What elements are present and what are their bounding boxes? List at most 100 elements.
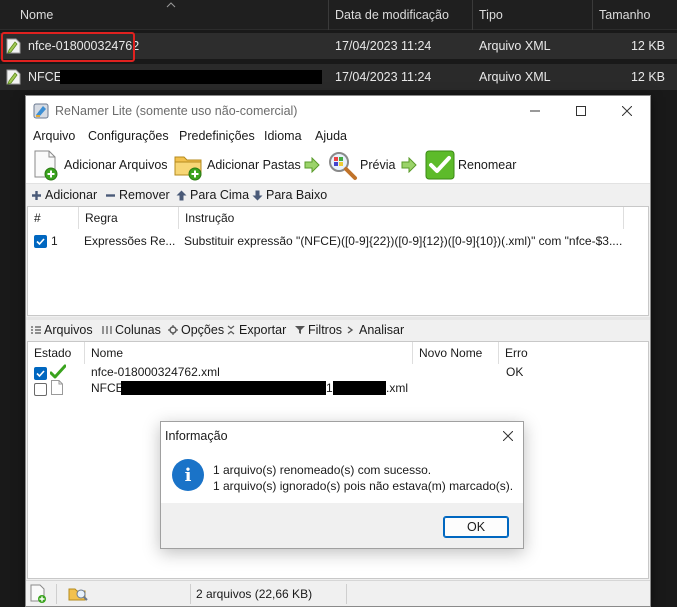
export-menu-button[interactable]: Exportar [226,320,286,340]
rename-button[interactable]: Renomear [424,148,516,182]
dialog-close-button[interactable] [493,422,523,450]
columns-menu-button[interactable]: Colunas [102,320,161,340]
status-separator [56,584,57,604]
maximize-icon [576,106,586,116]
analyze-menu-button[interactable]: Analisar [346,320,404,340]
move-down-label: Para Baixo [266,188,328,202]
menu-ajuda[interactable]: Ajuda [315,126,347,146]
main-toolbar: Adicionar Arquivos Adicionar Pastas Prév… [26,146,650,184]
menu-idioma[interactable]: Idioma [264,126,302,146]
menu-arquivo[interactable]: Arquivo [33,126,75,146]
rule-instruction: Substituir expressão "(NFCE)([0-9]{22})(… [184,234,623,248]
explorer-file-type: Arquivo XML [479,70,551,84]
window-titlebar[interactable]: ReNamer Lite (somente uso não-comercial) [26,96,650,126]
close-icon [503,431,513,441]
redaction-bar [333,381,386,395]
rules-header-spacer [623,207,649,229]
maximize-button[interactable] [558,96,604,126]
add-rule-label: Adicionar [45,188,98,202]
options-menu-button[interactable]: Opções [168,320,224,340]
columns-icon [102,326,112,334]
add-folders-small-icon[interactable] [68,584,88,604]
status-separator [190,584,191,604]
files-menu-button[interactable]: Arquivos [31,320,93,340]
add-files-label: Adicionar Arquivos [64,158,168,172]
explorer-row[interactable]: NFCE 17/04/2023 11:24 Arquivo XML 12 KB [0,64,677,90]
magnifier-icon [329,152,357,180]
explorer-file-size: 12 KB [630,39,665,53]
add-rule-button[interactable]: Adicionar [31,185,97,205]
rules-header-instruction[interactable]: Instrução [178,207,623,229]
explorer-column-header: Nome Data de modificação Tipo Tamanho [0,0,677,30]
files-header-name[interactable]: Nome [84,342,412,364]
success-check-icon [50,364,66,379]
remove-rule-label: Remover [119,188,170,202]
file-error: OK [506,365,524,379]
rename-label: Renomear [458,158,517,172]
menu-configuracoes[interactable]: Configurações [88,126,169,146]
blank-file-icon [51,380,63,395]
file-name-suffix: .xml [386,381,408,395]
remove-rule-button[interactable]: Remover [105,185,170,205]
rules-header-rule[interactable]: Regra [78,207,178,229]
add-folders-button[interactable]: Adicionar Pastas [173,148,301,182]
gear-icon [168,325,178,335]
checkmark-icon [425,150,455,180]
renamer-app-icon [33,103,49,119]
explorer-file-modified: 17/04/2023 11:24 [335,70,432,84]
file-checkbox[interactable] [34,367,47,380]
file-name-mid: 1 [326,381,333,395]
column-size[interactable]: Tamanho [592,0,677,30]
info-icon: i [172,459,204,491]
rule-checkbox[interactable] [34,235,47,248]
add-folders-icon [174,156,202,181]
file-name-prefix: NFCE [91,381,124,395]
rule-name: Expressões Re... [84,234,176,248]
files-header-state[interactable]: Estado [28,342,84,364]
move-down-button[interactable]: Para Baixo [252,185,327,205]
arrow-right-icon [401,157,417,173]
rules-header-num[interactable]: # [28,207,74,229]
move-up-button[interactable]: Para Cima [176,185,249,205]
xml-file-icon [6,69,21,85]
explorer-file-name: NFCE [28,70,63,84]
files-header-new-name[interactable]: Novo Nome [412,342,498,364]
export-menu-label: Exportar [239,323,287,337]
analyze-icon [347,326,354,334]
check-icon [36,238,45,246]
minimize-button[interactable] [512,96,558,126]
column-modified[interactable]: Data de modificação [328,0,472,30]
add-files-button[interactable]: Adicionar Arquivos [32,148,168,182]
move-up-label: Para Cima [190,188,250,202]
dialog-message-line1: 1 arquivo(s) renomeado(s) com sucesso. [213,463,432,477]
plus-icon [32,190,41,200]
files-header-error[interactable]: Erro [498,342,538,364]
file-checkbox[interactable] [34,383,47,396]
add-files-small-icon[interactable] [30,584,48,604]
dialog-titlebar[interactable]: Informação [161,422,523,450]
column-type[interactable]: Tipo [472,0,592,30]
status-file-count: 2 arquivos (22,66 KB) [196,587,313,601]
filters-menu-button[interactable]: Filtros [295,320,342,340]
columns-menu-label: Colunas [115,323,161,337]
window-title: ReNamer Lite (somente uso não-comercial) [55,104,298,118]
arrow-down-icon [252,190,263,200]
analyze-menu-label: Analisar [359,323,405,337]
dialog-message-line2: 1 arquivo(s) ignorado(s) pois não estava… [213,479,514,493]
ok-button[interactable]: OK [443,516,509,538]
close-button[interactable] [604,96,650,126]
redaction-bar [121,381,326,395]
status-bar: 2 arquivos (22,66 KB) [26,580,650,606]
rules-grid: # Regra Instrução 1 Expressões Re... Sub… [27,206,649,316]
preview-button[interactable]: Prévia [326,148,395,182]
preview-label: Prévia [360,158,396,172]
arrow-up-icon [176,190,187,200]
menu-predefinicoes[interactable]: Predefinições [179,126,255,146]
minus-icon [106,193,115,197]
add-folders-label: Adicionar Pastas [207,158,301,172]
rules-toolbar: Adicionar Remover Para Cima Para Baixo [26,185,650,205]
explorer-file-modified: 17/04/2023 11:24 [335,39,432,53]
options-menu-label: Opções [181,323,225,337]
menu-bar: Arquivo Configurações Predefinições Idio… [26,126,650,146]
arrow-right-icon [304,157,320,173]
